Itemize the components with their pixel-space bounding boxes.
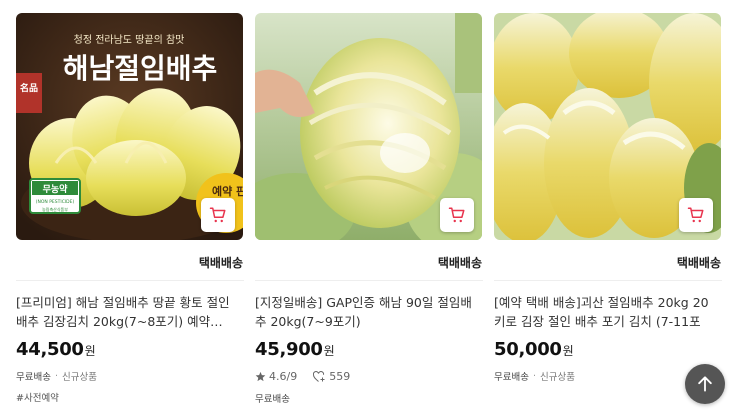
product-card[interactable]: 택배배송 [지정일배송] GAP인증 해남 90일 절임배추 20kg(7~9포…	[255, 13, 483, 405]
add-to-cart-button[interactable]	[440, 198, 474, 232]
shipping-type: 택배배송	[494, 244, 722, 281]
new-product-tag: 신규상품	[540, 372, 575, 383]
product-image[interactable]: 名品 청정 전라남도 땅끝의 참맛 해남절임배추 무농약 (NON PESTIC…	[16, 13, 243, 240]
free-shipping-tag: 무료배송	[16, 372, 51, 383]
product-title[interactable]: [지정일배송] GAP인증 해남 90일 절임배추 20kg(7~9포기)	[255, 293, 483, 331]
add-to-cart-button[interactable]	[201, 198, 235, 232]
cart-icon	[687, 207, 704, 223]
rating-max: /9	[286, 370, 298, 383]
star-icon	[255, 371, 266, 382]
arrow-up-icon	[698, 376, 712, 392]
product-image[interactable]	[494, 13, 721, 240]
product-card[interactable]: 名品 청정 전라남도 땅끝의 참맛 해남절임배추 무농약 (NON PESTIC…	[16, 13, 244, 404]
badge-sub-text: 농림축산식품부	[42, 206, 68, 212]
product-card[interactable]: 택배배송 [예약 택배 배송]괴산 절임배추 20kg 20키로 김장 절인 배…	[494, 13, 722, 383]
price-row: 44,500 원	[16, 339, 244, 360]
new-product-tag: 신규상품	[62, 372, 97, 383]
heart-plus-icon	[313, 370, 325, 382]
add-to-cart-button[interactable]	[679, 198, 713, 232]
product-image[interactable]	[255, 13, 482, 240]
product-title[interactable]: [예약 택배 배송]괴산 절임배추 20kg 20키로 김장 절인 배추 포기 …	[494, 293, 722, 331]
scroll-to-top-button[interactable]	[685, 364, 725, 404]
image-banner-big: 해남절임배추	[63, 52, 218, 85]
price-row: 50,000 원	[494, 339, 722, 360]
product-title[interactable]: [프리미엄] 해남 절임배추 땅끝 황토 절인 배추 김장김치 20kg(7~8…	[16, 293, 244, 331]
cart-icon	[448, 207, 465, 223]
price-row: 45,900 원	[255, 339, 483, 360]
free-shipping-tag: 무료배송	[255, 394, 290, 405]
heart-count: 559	[329, 370, 351, 383]
free-shipping-tag: 무료배송	[494, 372, 529, 383]
wishlist-count[interactable]: 559	[313, 370, 350, 383]
price-currency: 원	[562, 344, 574, 358]
cart-icon	[209, 207, 226, 223]
product-price: 45,900	[255, 339, 323, 360]
product-price: 44,500	[16, 339, 84, 360]
shipping-type: 택배배송	[255, 244, 483, 281]
corner-reserve-text: 예약 판	[212, 184, 243, 198]
rating-row: 4.6 /9 559	[255, 370, 483, 383]
tag-separator: ·	[54, 370, 58, 382]
product-grid: 名品 청정 전라남도 땅끝의 참맛 해남절임배추 무농약 (NON PESTIC…	[0, 0, 750, 415]
rating-value: 4.6	[269, 370, 287, 383]
price-currency: 원	[323, 344, 335, 358]
price-currency: 원	[84, 344, 96, 358]
shipping-tags: 무료배송 · 신규상품	[16, 369, 244, 384]
hashtag[interactable]: #사전예약	[16, 390, 244, 404]
image-seal-text: 名品	[20, 82, 38, 94]
tag-separator: ·	[532, 370, 536, 382]
image-banner-small: 청정 전라남도 땅끝의 참맛	[74, 34, 185, 46]
badge-main-text: 무농약	[43, 183, 69, 195]
shipping-type: 택배배송	[16, 244, 244, 281]
badge-en-text: (NON PESTICIDE)	[36, 199, 75, 205]
product-price: 50,000	[494, 339, 562, 360]
